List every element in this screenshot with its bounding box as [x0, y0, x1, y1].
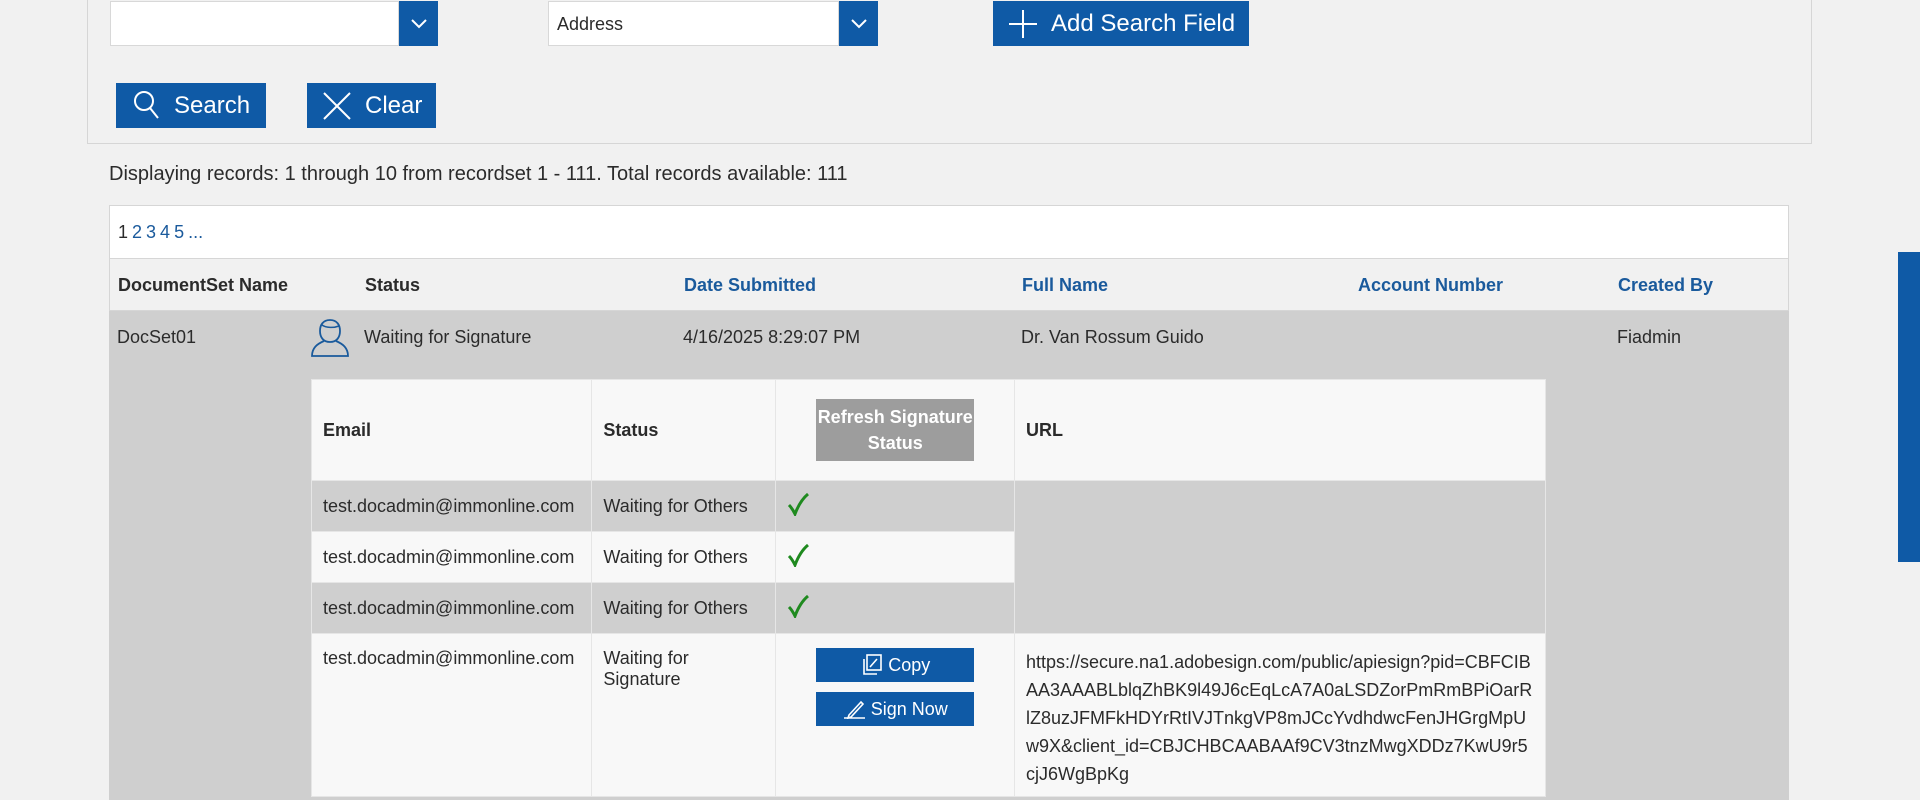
signer-check-cell	[775, 480, 1015, 532]
page-link-2[interactable]: 2	[132, 222, 142, 242]
grid-header: DocumentSet Name Status Date Submitted F…	[109, 259, 1789, 311]
checkmark-icon	[788, 492, 810, 518]
search-button[interactable]: Search	[116, 83, 266, 128]
header-account-number[interactable]: Account Number	[1358, 259, 1503, 311]
copy-url-button[interactable]: Copy	[816, 648, 975, 682]
table-row[interactable]: DocSet01 Waiting for Signature 4/16/2025…	[109, 311, 1789, 800]
search-field-2-dropdown-button[interactable]	[839, 1, 878, 46]
page-link-3[interactable]: 3	[146, 222, 156, 242]
search-panel: Address Add Search Field Search Clear	[87, 0, 1812, 144]
cell-full-name: Dr. Van Rossum Guido	[1021, 327, 1204, 347]
header-date-submitted[interactable]: Date Submitted	[684, 259, 816, 311]
header-status: Status	[365, 275, 421, 295]
page-link-more[interactable]: ...	[188, 222, 203, 242]
search-icon	[134, 90, 159, 119]
cell-date-submitted: 4/16/2025 8:29:07 PM	[683, 327, 861, 347]
page-link-4[interactable]: 4	[160, 222, 170, 242]
signer-row: test.docadmin@immonline.com Waiting for …	[310, 480, 1547, 634]
refresh-signature-status-button[interactable]: Refresh Signature Status	[816, 399, 975, 461]
page-link-1[interactable]: 1	[118, 222, 128, 242]
close-icon	[323, 91, 351, 120]
copy-button-label: Copy	[888, 654, 931, 675]
signer-status: Waiting for Others	[591, 582, 777, 634]
pager: 1 2 3 4 5...	[109, 205, 1789, 259]
signer-email: test.docadmin@immonline.com	[310, 582, 593, 634]
search-button-label: Search	[174, 91, 251, 119]
signer-status: Waiting for Others	[591, 480, 777, 532]
signer-actions-cell: Copy Sign Now	[775, 633, 1015, 797]
signer-email: test.docadmin@immonline.com	[310, 480, 593, 532]
header-full-name[interactable]: Full Name	[1022, 259, 1108, 311]
checkmark-icon	[788, 543, 810, 569]
signer-person-icon[interactable]	[309, 316, 351, 360]
signers-table: Email Status Refresh Signature Status UR…	[310, 379, 1547, 797]
signer-email: test.docadmin@immonline.com	[310, 531, 593, 583]
cell-created-by: Fiadmin	[1617, 327, 1682, 347]
signer-email: test.docadmin@immonline.com	[310, 633, 593, 797]
clear-button-label: Clear	[365, 91, 423, 119]
page-link-5[interactable]: 5	[174, 222, 184, 242]
search-field-2-combo[interactable]: Address	[548, 1, 878, 46]
search-field-1-input[interactable]	[110, 1, 399, 46]
signers-header-url: URL	[1013, 379, 1547, 481]
checkmark-icon	[788, 594, 810, 620]
signer-url-empty	[1013, 480, 1547, 634]
add-search-field-label: Add Search Field	[1051, 9, 1236, 37]
cell-docset-name: DocSet01	[117, 327, 197, 347]
signing-url[interactable]: https://secure.na1.adobesign.com/public/…	[1026, 648, 1534, 788]
page-scrollbar-thumb[interactable]	[1898, 252, 1920, 562]
signers-header-refresh: Refresh Signature Status	[775, 379, 1015, 481]
signers-header-email: Email	[310, 379, 593, 481]
header-created-by[interactable]: Created By	[1618, 259, 1713, 311]
plus-icon	[1009, 9, 1037, 38]
search-field-1-combo[interactable]	[110, 1, 438, 46]
signers-header-status: Status	[591, 379, 777, 481]
signer-check-cell	[775, 531, 1015, 583]
signer-status: Waiting for Signature	[591, 633, 777, 797]
header-docset-name: DocumentSet Name	[118, 275, 289, 295]
records-summary: Displaying records: 1 through 10 from re…	[109, 163, 848, 185]
signer-check-cell	[775, 582, 1015, 634]
signer-status: Waiting for Others	[591, 531, 777, 583]
copy-icon	[863, 654, 883, 675]
sign-now-button-label: Sign Now	[870, 698, 948, 719]
add-search-field-button[interactable]: Add Search Field	[993, 1, 1249, 46]
pen-icon	[843, 700, 865, 719]
signer-url-cell: https://secure.na1.adobesign.com/public/…	[1013, 633, 1547, 797]
signer-row: test.docadmin@immonline.com Waiting for …	[310, 633, 1547, 797]
cell-status: Waiting for Signature	[364, 327, 532, 347]
search-field-1-dropdown-button[interactable]	[399, 1, 438, 46]
sign-now-button[interactable]: Sign Now	[816, 692, 975, 726]
clear-button[interactable]: Clear	[307, 83, 436, 128]
chevron-down-icon	[850, 18, 867, 28]
search-field-2-select[interactable]: Address	[548, 1, 839, 46]
chevron-down-icon	[410, 18, 427, 28]
